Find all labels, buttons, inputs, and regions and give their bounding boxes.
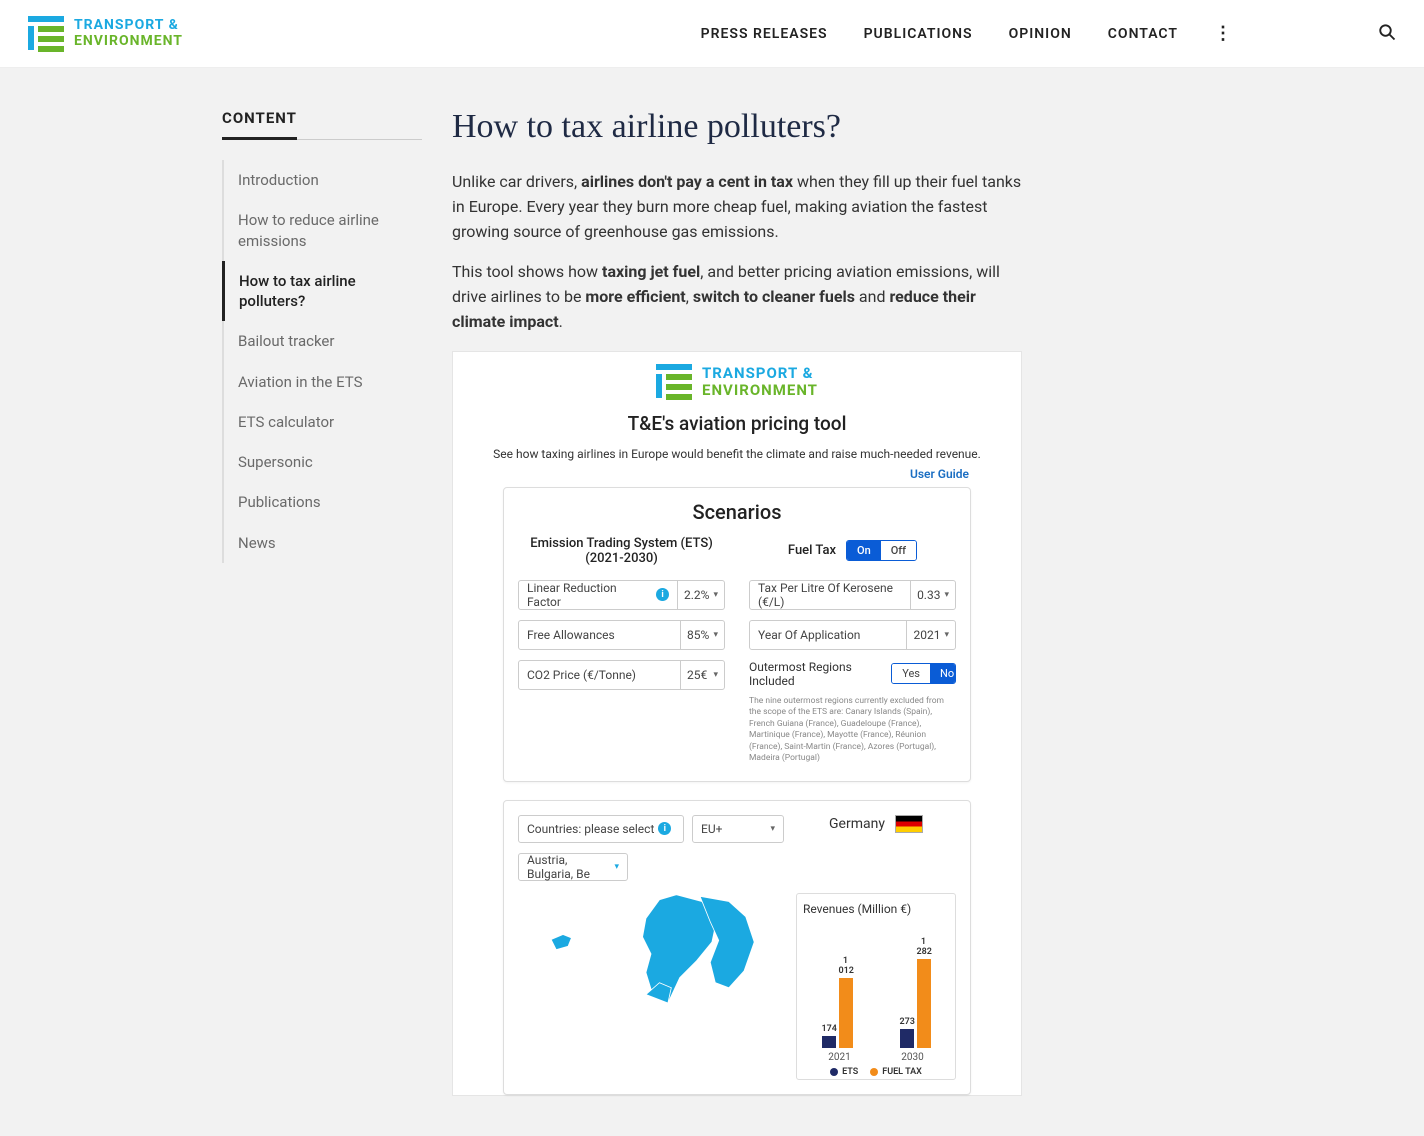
fuel-tax-column: Fuel Tax OnOff Tax Per Litre Of Kerosene… xyxy=(749,534,956,765)
site-header: TRANSPORT & ENVIRONMENT PRESS RELEASES P… xyxy=(0,0,1424,68)
germany-flag-icon xyxy=(895,815,923,833)
toc-item-introduction[interactable]: Introduction xyxy=(222,160,422,200)
nav-more-icon[interactable]: ⋮ xyxy=(1214,25,1232,43)
scenarios-title: Scenarios xyxy=(518,500,956,524)
intro-paragraph-2: This tool shows how taxing jet fuel, and… xyxy=(452,260,1022,334)
page-title: How to tax airline polluters? xyxy=(452,108,1022,146)
tax-per-litre-field[interactable]: Tax Per Litre Of Kerosene (€/L) 0.33 xyxy=(749,580,956,610)
chart-title: Revenues (Million €) xyxy=(803,902,949,916)
outermost-toggle[interactable]: YesNo xyxy=(891,663,956,684)
info-icon[interactable]: i xyxy=(658,822,671,835)
lrf-select[interactable]: 2.2% xyxy=(677,581,724,609)
free-allowances-field[interactable]: Free Allowances 85% xyxy=(518,620,725,650)
fuel-tax-heading: Fuel Tax xyxy=(788,543,836,558)
toc-item-aviation-ets[interactable]: Aviation in the ETS xyxy=(222,362,422,402)
tax-per-litre-select[interactable]: 0.33 xyxy=(910,581,955,609)
lrf-field[interactable]: Linear Reduction Factori 2.2% xyxy=(518,580,725,610)
tool-title: T&E's aviation pricing tool xyxy=(453,412,1021,435)
countries-select[interactable]: Countries: please selecti xyxy=(518,815,684,843)
co2-price-select[interactable]: 25€ xyxy=(680,661,724,689)
logo-mark-icon xyxy=(656,364,692,400)
tool-subtitle: See how taxing airlines in Europe would … xyxy=(453,447,1021,461)
content-sidebar: CONTENT Introduction How to reduce airli… xyxy=(222,108,422,1096)
scope-select[interactable]: EU+ xyxy=(692,815,784,843)
pricing-tool-embed: TRANSPORT & ENVIRONMENT T&E's aviation p… xyxy=(452,351,1022,1096)
toc-item-ets-calculator[interactable]: ETS calculator xyxy=(222,402,422,442)
countries-multi-select[interactable]: Austria, Bulgaria, Be▾ xyxy=(518,853,628,881)
tool-logo: TRANSPORT & ENVIRONMENT xyxy=(453,364,1021,400)
fuel-tax-toggle[interactable]: OnOff xyxy=(846,540,917,561)
europe-map[interactable] xyxy=(518,893,784,1003)
selected-country: Germany xyxy=(829,816,885,832)
search-icon[interactable] xyxy=(1378,23,1396,45)
toc-item-publications[interactable]: Publications xyxy=(222,482,422,522)
free-allowances-select[interactable]: 85% xyxy=(680,621,724,649)
table-of-contents: Introduction How to reduce airline emiss… xyxy=(222,160,422,563)
user-guide-link[interactable]: User Guide xyxy=(910,467,969,481)
article-main: How to tax airline polluters? Unlike car… xyxy=(452,108,1022,1096)
info-icon[interactable]: i xyxy=(656,588,669,601)
logo-text: TRANSPORT & ENVIRONMENT xyxy=(74,18,183,49)
results-panel: Countries: please selecti EU+ Austria, B… xyxy=(503,800,971,1095)
toc-item-bailout-tracker[interactable]: Bailout tracker xyxy=(222,321,422,361)
year-select[interactable]: 2021 xyxy=(906,621,955,649)
outermost-note: The nine outermost regions currently exc… xyxy=(749,696,956,765)
year-field[interactable]: Year Of Application 2021 xyxy=(749,620,956,650)
intro-paragraph-1: Unlike car drivers, airlines don't pay a… xyxy=(452,170,1022,244)
toc-item-reduce-emissions[interactable]: How to reduce airline emissions xyxy=(222,200,422,261)
co2-price-field[interactable]: CO2 Price (€/Tonne) 25€ xyxy=(518,660,725,690)
site-logo[interactable]: TRANSPORT & ENVIRONMENT xyxy=(28,16,183,52)
scenarios-panel: Scenarios Emission Trading System (ETS) … xyxy=(503,487,971,782)
nav-contact[interactable]: CONTACT xyxy=(1108,26,1178,42)
nav-press-releases[interactable]: PRESS RELEASES xyxy=(701,26,828,42)
revenues-chart: Revenues (Million €) 1741 0122731 282 20… xyxy=(796,893,956,1080)
outermost-label: Outermost Regions Included xyxy=(749,660,881,688)
nav-opinion[interactable]: OPINION xyxy=(1009,26,1072,42)
sidebar-title: CONTENT xyxy=(222,109,297,140)
toc-item-supersonic[interactable]: Supersonic xyxy=(222,442,422,482)
nav-publications[interactable]: PUBLICATIONS xyxy=(864,26,973,42)
ets-column: Emission Trading System (ETS) (2021-2030… xyxy=(518,534,725,765)
logo-mark-icon xyxy=(28,16,64,52)
toc-item-news[interactable]: News xyxy=(222,523,422,563)
ets-heading: Emission Trading System (ETS) (2021-2030… xyxy=(518,534,725,568)
main-nav: PRESS RELEASES PUBLICATIONS OPINION CONT… xyxy=(701,23,1396,45)
toc-item-tax-polluters[interactable]: How to tax airline polluters? xyxy=(222,261,422,322)
